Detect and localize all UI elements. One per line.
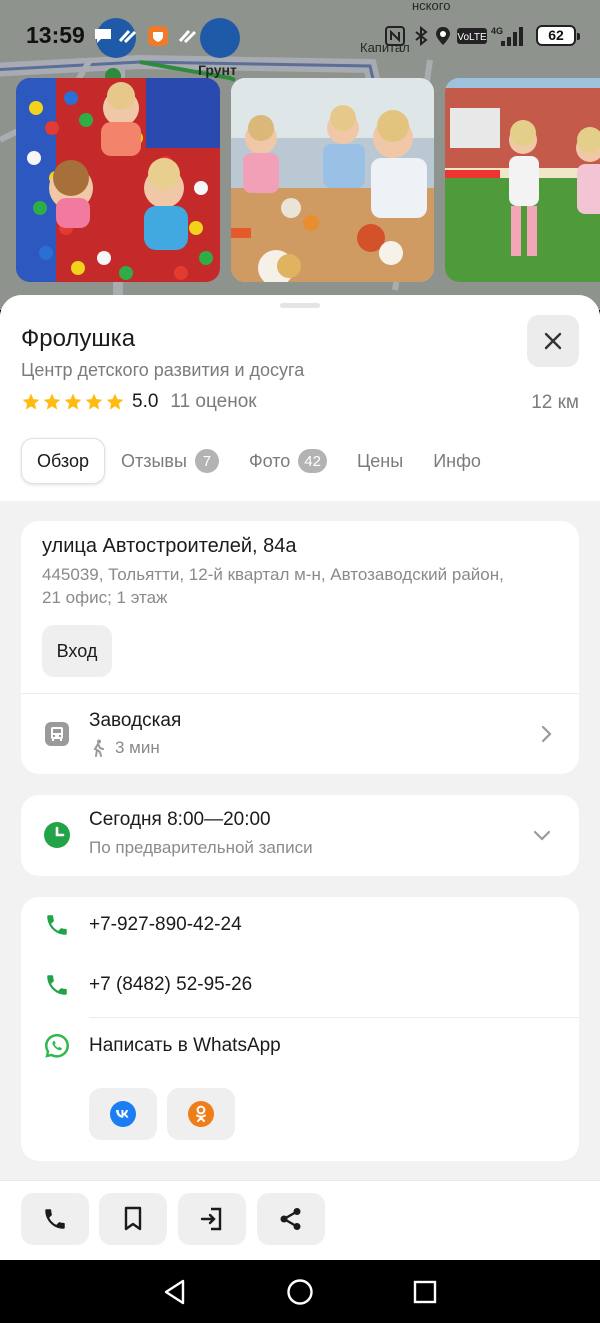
chat-bubble-icon [95, 29, 111, 43]
walk-time-label: 3 мин [115, 738, 160, 757]
home-circle-icon [287, 1279, 313, 1305]
star-icon [106, 393, 124, 410]
phone-icon [43, 911, 71, 939]
system-icons: VoLTE 4G [385, 24, 523, 48]
action-bar [0, 1180, 600, 1260]
tab-reviews[interactable]: Отзывы 7 [121, 438, 219, 484]
odnoklassniki-icon [188, 1101, 214, 1127]
svg-text:VoLTE: VoLTE [457, 32, 487, 43]
phone-icon [43, 971, 71, 999]
bus-stop-icon [43, 720, 71, 748]
sheet-grabber[interactable] [280, 303, 320, 308]
tab-info[interactable]: Инфо [433, 438, 481, 484]
whatsapp-icon [43, 1032, 71, 1060]
transit-row[interactable]: Заводская 3 мин [21, 694, 579, 774]
address-detail: 445039, Тольятти, 12-й квартал м-н, Авто… [42, 565, 504, 607]
walk-time: 3 мин [89, 738, 160, 758]
bluetooth-icon [415, 26, 428, 46]
tab-label: Обзор [37, 450, 89, 471]
tab-bar: Обзор Отзывы 7 Фото 42 Цены Инфо [21, 438, 511, 484]
address-card: улица Автостроителей, 84а 445039, Тольят… [21, 521, 579, 774]
back-button[interactable] [161, 1278, 189, 1306]
status-time: 13:59 [26, 22, 85, 48]
close-icon [544, 332, 562, 350]
entrance-button[interactable]: Вход [42, 625, 112, 677]
contacts-card: +7-927-890-42-24 +7 (8482) 52-95-26 Напи… [21, 897, 579, 1161]
ok-button[interactable] [167, 1088, 235, 1140]
tab-overview[interactable]: Обзор [21, 438, 105, 484]
share-icon [280, 1208, 301, 1230]
share-button[interactable] [257, 1193, 325, 1245]
tab-label: Фото [248, 450, 291, 471]
rating-stars [21, 392, 125, 412]
place-title: Фролушка [21, 325, 136, 352]
tab-photos[interactable]: Фото 42 [249, 438, 327, 484]
route-entrance-button[interactable] [178, 1193, 246, 1245]
hours-note: По предварительной записи [89, 838, 313, 857]
back-triangle-icon [164, 1279, 185, 1305]
bookmark-button[interactable] [99, 1193, 167, 1245]
status-bar: 13:59 VoLTE 4G 62 [0, 0, 600, 70]
tab-label: Цены [356, 450, 404, 471]
address-main[interactable]: улица Автостроителей, 84а [42, 535, 297, 558]
app-icon [118, 29, 137, 44]
vk-icon [110, 1101, 136, 1127]
clock-icon [43, 821, 71, 849]
count-badge: 7 [194, 449, 219, 473]
svg-text:4G: 4G [491, 26, 503, 36]
phone-icon [45, 1209, 65, 1229]
rating[interactable]: 5.0 11 оценок [21, 391, 257, 413]
chevron-down-icon [533, 830, 551, 841]
chevron-right-icon [541, 725, 552, 743]
battery-icon: 62 [536, 25, 580, 46]
app-icon [178, 29, 197, 44]
star-icon [22, 393, 40, 410]
vk-button[interactable] [89, 1088, 157, 1140]
whatsapp-row[interactable]: Написать в WhatsApp [21, 1018, 579, 1076]
phone-number-1: +7-927-890-42-24 [89, 914, 242, 935]
bookmark-icon [124, 1206, 142, 1231]
photo-craft-table[interactable] [231, 78, 434, 282]
phone-number-2: +7 (8482) 52-95-26 [89, 974, 253, 995]
recents-button[interactable] [411, 1278, 439, 1306]
rating-count: 11 оценок [170, 391, 257, 412]
whatsapp-label: Написать в WhatsApp [89, 1035, 281, 1056]
home-button[interactable] [286, 1278, 314, 1306]
place-category: Центр детского развития и досуга [21, 360, 305, 380]
photo-ball-pit[interactable] [16, 78, 220, 282]
distance: 12 км [531, 392, 579, 413]
location-icon [436, 27, 450, 45]
hours-today: Сегодня 8:00—20:00 [89, 809, 271, 830]
tab-label: Инфо [433, 450, 481, 471]
volte-icon: VoLTE [457, 28, 487, 44]
notification-icons [93, 24, 199, 48]
tab-prices[interactable]: Цены [357, 438, 403, 484]
star-icon [43, 393, 61, 410]
star-icon [85, 393, 103, 410]
enter-icon [200, 1207, 222, 1231]
recents-square-icon [413, 1280, 437, 1304]
place-header: Фролушка Центр детского развития и досуг… [0, 295, 600, 501]
shield-app-icon [148, 26, 168, 46]
walking-icon [93, 739, 104, 757]
phone-row-2[interactable]: +7 (8482) 52-95-26 [21, 957, 579, 1015]
signal-4g-icon: 4G [491, 26, 523, 46]
rating-value: 5.0 [132, 391, 159, 412]
photo-outdoor[interactable] [445, 78, 600, 282]
count-badge: 42 [298, 449, 327, 473]
nfc-icon [385, 26, 405, 46]
transit-stop-name: Заводская [89, 710, 182, 731]
star-icon [64, 393, 82, 410]
system-nav-bar [0, 1260, 600, 1323]
place-card-sheet: Фролушка Центр детского развития и досуг… [0, 295, 600, 1180]
tab-label: Отзывы [121, 450, 187, 471]
close-button[interactable] [527, 315, 579, 367]
call-button[interactable] [21, 1193, 89, 1245]
phone-row-1[interactable]: +7-927-890-42-24 [21, 897, 579, 955]
hours-card[interactable]: Сегодня 8:00—20:00 По предварительной за… [21, 795, 579, 876]
